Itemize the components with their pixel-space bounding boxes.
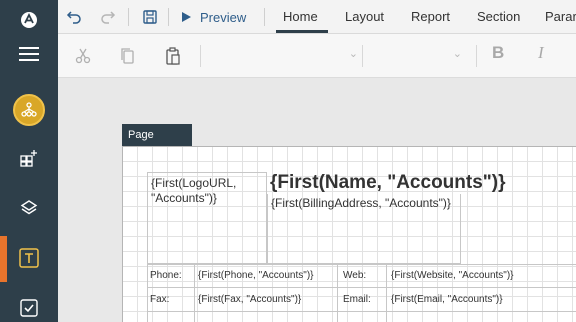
data-source-button[interactable]: [0, 90, 58, 130]
preview-button[interactable]: Preview: [180, 0, 246, 34]
redo-icon: [101, 11, 116, 24]
font-size-dropdown[interactable]: ⌄: [372, 44, 470, 68]
play-icon: [182, 12, 191, 22]
redo-button[interactable]: [98, 7, 118, 27]
checkbox-tool-button[interactable]: [0, 288, 58, 322]
logo-expression-field[interactable]: {First(LogoURL, "Accounts")}: [147, 172, 267, 264]
toolbar-divider: [264, 8, 265, 26]
paste-button[interactable]: [162, 45, 184, 67]
tab-home[interactable]: Home: [283, 0, 318, 34]
layers-icon: [20, 200, 38, 215]
text-tool-button[interactable]: [0, 238, 58, 278]
ribbon-divider: [476, 45, 477, 67]
cut-button[interactable]: [72, 45, 94, 67]
tab-report[interactable]: Report: [411, 0, 450, 34]
phone-expression-field[interactable]: {First(Phone, "Accounts")}: [198, 270, 313, 281]
web-label[interactable]: Web:: [343, 270, 366, 281]
add-grid-icon: [20, 150, 37, 167]
save-icon: [143, 10, 157, 24]
name-expression-field[interactable]: {First(Name, "Accounts")}: [267, 172, 576, 196]
checkbox-icon: [20, 299, 38, 317]
tab-section[interactable]: Section: [477, 0, 520, 34]
copy-button[interactable]: [117, 45, 139, 67]
preview-label: Preview: [200, 9, 247, 25]
toolbar-divider: [128, 8, 129, 26]
email-expression-field[interactable]: {First(Email, "Accounts")}: [391, 294, 503, 305]
home-ribbon: ⌄ ⌄ B I: [58, 34, 576, 78]
italic-button[interactable]: I: [538, 43, 544, 63]
chevron-down-icon: ⌄: [348, 48, 358, 60]
logo-icon: [21, 12, 37, 28]
column-divider: [386, 264, 387, 322]
cut-icon: [75, 48, 91, 64]
billing-address-expression-field[interactable]: {First(BillingAddress, "Accounts")}: [267, 194, 461, 264]
phone-label[interactable]: Phone:: [150, 270, 182, 281]
toolbar-divider: [168, 8, 169, 26]
row-divider: [147, 264, 576, 265]
top-toolbar: Preview Home Layout Report Section Parar: [58, 0, 576, 34]
chevron-down-icon: ⌄: [452, 48, 462, 60]
fax-expression-field[interactable]: {First(Fax, "Accounts")}: [198, 294, 301, 305]
bold-button[interactable]: B: [492, 43, 504, 63]
column-divider: [337, 264, 338, 322]
text-icon: [19, 248, 39, 268]
undo-icon: [66, 11, 81, 24]
tab-parameters[interactable]: Parar: [545, 0, 576, 34]
page-header-band-tab[interactable]: Page Header: [122, 124, 192, 163]
data-source-icon: [13, 94, 45, 126]
fax-label[interactable]: Fax:: [150, 294, 169, 305]
menu-icon: [19, 47, 39, 61]
copy-icon: [121, 48, 134, 64]
paste-icon: [166, 47, 180, 65]
ribbon-divider: [200, 45, 201, 67]
row-divider: [147, 311, 576, 312]
font-family-dropdown[interactable]: ⌄: [218, 44, 366, 68]
column-divider: [194, 264, 195, 322]
website-expression-field[interactable]: {First(Website, "Accounts")}: [391, 270, 514, 281]
menu-button[interactable]: [0, 34, 58, 74]
ribbon-divider: [362, 45, 363, 67]
row-divider: [147, 287, 576, 288]
email-label[interactable]: Email:: [343, 294, 371, 305]
left-sidebar: [0, 0, 58, 322]
layers-button[interactable]: [0, 188, 58, 228]
active-tab-underline: [276, 30, 328, 33]
column-divider: [147, 264, 148, 322]
tab-layout[interactable]: Layout: [345, 0, 384, 34]
undo-button[interactable]: [64, 7, 84, 27]
add-grid-button[interactable]: [0, 138, 58, 178]
save-button[interactable]: [140, 7, 160, 27]
